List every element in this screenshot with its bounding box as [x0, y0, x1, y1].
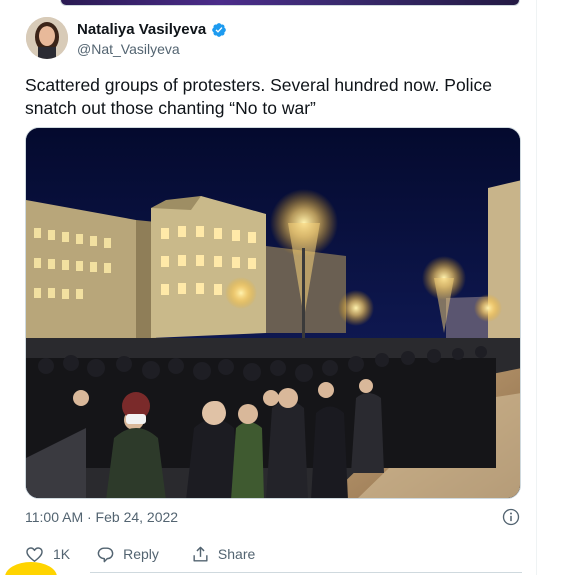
protest-street-photo: [26, 128, 520, 498]
avatar-photo: [26, 17, 68, 59]
tweet-timestamp[interactable]: 11:00 AM · Feb 24, 2022: [25, 509, 178, 525]
author-handle[interactable]: @Nat_Vasilyeva: [77, 41, 180, 57]
reply-box-border: [90, 572, 522, 573]
verified-badge-icon: [212, 22, 227, 37]
author-name-text: Nataliya Vasilyeva: [77, 21, 207, 38]
column-divider: [536, 0, 537, 575]
share-label: Share: [217, 546, 256, 562]
info-icon[interactable]: [502, 508, 520, 526]
share-button[interactable]: Share: [191, 545, 255, 564]
like-count: 1K: [53, 546, 71, 562]
heart-icon: [26, 546, 43, 562]
tweet-photo[interactable]: [25, 127, 521, 499]
previous-media-strip[interactable]: [60, 0, 520, 6]
tweet-text: Scattered groups of protesters. Several …: [25, 75, 492, 118]
reply-button[interactable]: Reply: [96, 545, 159, 564]
share-icon: [193, 546, 208, 562]
avatar[interactable]: [26, 17, 68, 59]
like-button[interactable]: 1K: [25, 545, 70, 564]
author-name[interactable]: Nataliya Vasilyeva: [77, 21, 227, 38]
tweet-actions: 1K Reply Share: [25, 543, 255, 565]
speech-bubble-icon: [97, 546, 114, 562]
tweet-page: Nataliya Vasilyeva @Nat_Vasilyeva Scatte…: [0, 0, 575, 575]
reply-label: Reply: [123, 546, 159, 562]
